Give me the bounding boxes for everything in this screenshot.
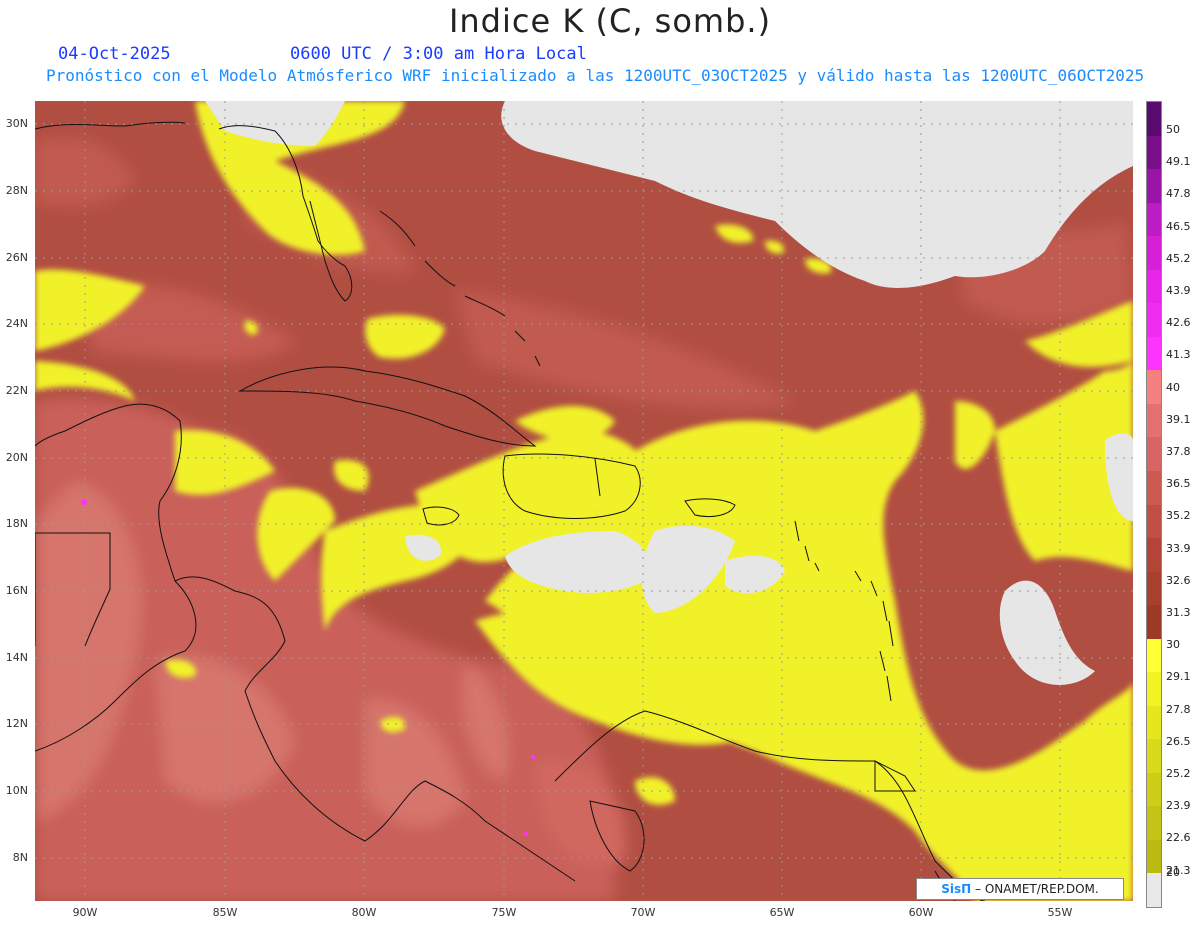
colorbar-label: 42.6 xyxy=(1166,316,1191,330)
colorbar-segment xyxy=(1147,638,1161,673)
lat-label-30n: 30N xyxy=(5,117,28,130)
credit-text: – ONAMET/REP.DOM. xyxy=(971,882,1099,896)
lat-label-14n: 14N xyxy=(5,651,28,664)
lon-label-90w: 90W xyxy=(72,906,98,919)
colorbar-label: 33.9 xyxy=(1166,541,1191,555)
colorbar-segment xyxy=(1147,772,1161,807)
colorbar-segment xyxy=(1147,269,1161,304)
lat-label-10n: 10N xyxy=(5,784,28,797)
colorbar xyxy=(1146,101,1162,908)
colorbar-label: 43.9 xyxy=(1166,284,1191,297)
colorbar-segment xyxy=(1147,303,1161,338)
colorbar-segment xyxy=(1147,839,1161,874)
colorbar-label: 26.5 xyxy=(1166,734,1191,748)
lat-label-24n: 24N xyxy=(5,317,28,330)
lat-label-8n: 8N xyxy=(12,851,28,864)
lat-label-12n: 12N xyxy=(5,717,28,730)
credit-brand: SisΠ xyxy=(941,882,972,896)
colorbar-label: 20 xyxy=(1166,866,1180,879)
colorbar-label: 45.2 xyxy=(1166,251,1191,265)
lon-label-55w: 55W xyxy=(1047,906,1073,919)
colorbar-segment xyxy=(1147,169,1161,204)
colorbar-label: 22.6 xyxy=(1166,831,1191,845)
lon-label-85w: 85W xyxy=(212,906,238,919)
colorbar-label: 23.9 xyxy=(1166,799,1191,813)
lon-label-75w: 75W xyxy=(491,906,517,919)
lat-label-16n: 16N xyxy=(5,584,28,597)
colorbar-segment xyxy=(1147,202,1161,237)
lon-label-65w: 65W xyxy=(769,906,795,919)
map-title: Indice K (C, somb.) xyxy=(448,2,772,40)
colorbar-label: 40 xyxy=(1166,380,1180,394)
lon-label-80w: 80W xyxy=(351,906,377,919)
colorbar-segment xyxy=(1147,135,1161,170)
colorbar-segment xyxy=(1147,571,1161,606)
colorbar-segment xyxy=(1147,236,1161,271)
lat-label-18n: 18N xyxy=(5,517,28,530)
lon-label-60w: 60W xyxy=(908,906,934,919)
colorbar-label: 41.3 xyxy=(1166,348,1191,362)
colorbar-label: 35.2 xyxy=(1166,509,1191,523)
colorbar-label: 50 xyxy=(1166,123,1180,136)
lat-label-22n: 22N xyxy=(5,384,28,397)
colorbar-label: 31.3 xyxy=(1166,606,1191,619)
map-canvas xyxy=(35,101,1133,901)
colorbar-label: 47.8 xyxy=(1166,187,1191,201)
credit-box: SisΠ – ONAMET/REP.DOM. xyxy=(916,878,1124,900)
colorbar-segment xyxy=(1147,336,1161,371)
colorbar-label: 49.1 xyxy=(1166,155,1191,169)
colorbar-label: 36.5 xyxy=(1166,477,1191,491)
lat-label-26n: 26N xyxy=(5,251,28,264)
lat-label-20n: 20N xyxy=(5,451,28,464)
colorbar-label: 29.1 xyxy=(1166,670,1191,684)
colorbar-label: 30 xyxy=(1166,638,1180,652)
colorbar-segment xyxy=(1147,538,1161,573)
lat-label-28n: 28N xyxy=(5,184,28,197)
colorbar-label: 32.6 xyxy=(1166,573,1191,587)
colorbar-segment xyxy=(1147,672,1161,707)
colorbar-segment xyxy=(1147,403,1161,438)
colorbar-label: 46.5 xyxy=(1166,219,1191,233)
colorbar-segment xyxy=(1147,102,1161,137)
valid-date: 04-Oct-2025 xyxy=(58,44,171,64)
colorbar-segment xyxy=(1147,437,1161,472)
colorbar-segment xyxy=(1147,504,1161,539)
colorbar-segment xyxy=(1147,873,1161,908)
colorbar-segment xyxy=(1147,370,1161,405)
utc-time: 0600 UTC / 3:00 am Hora Local xyxy=(290,44,587,64)
forecast-description: Pronóstico con el Modelo Atmósferico WRF… xyxy=(46,66,1145,85)
colorbar-label: 27.8 xyxy=(1166,702,1191,716)
colorbar-label: 25.2 xyxy=(1166,767,1191,780)
k-index-map xyxy=(35,101,1133,901)
colorbar-segment xyxy=(1147,739,1161,774)
colorbar-segment xyxy=(1147,806,1161,841)
colorbar-segment xyxy=(1147,705,1161,740)
lon-label-70w: 70W xyxy=(630,906,656,919)
colorbar-label: 39.1 xyxy=(1166,412,1191,426)
colorbar-label: 37.8 xyxy=(1166,445,1191,458)
colorbar-segment xyxy=(1147,470,1161,505)
colorbar-segment xyxy=(1147,605,1161,640)
